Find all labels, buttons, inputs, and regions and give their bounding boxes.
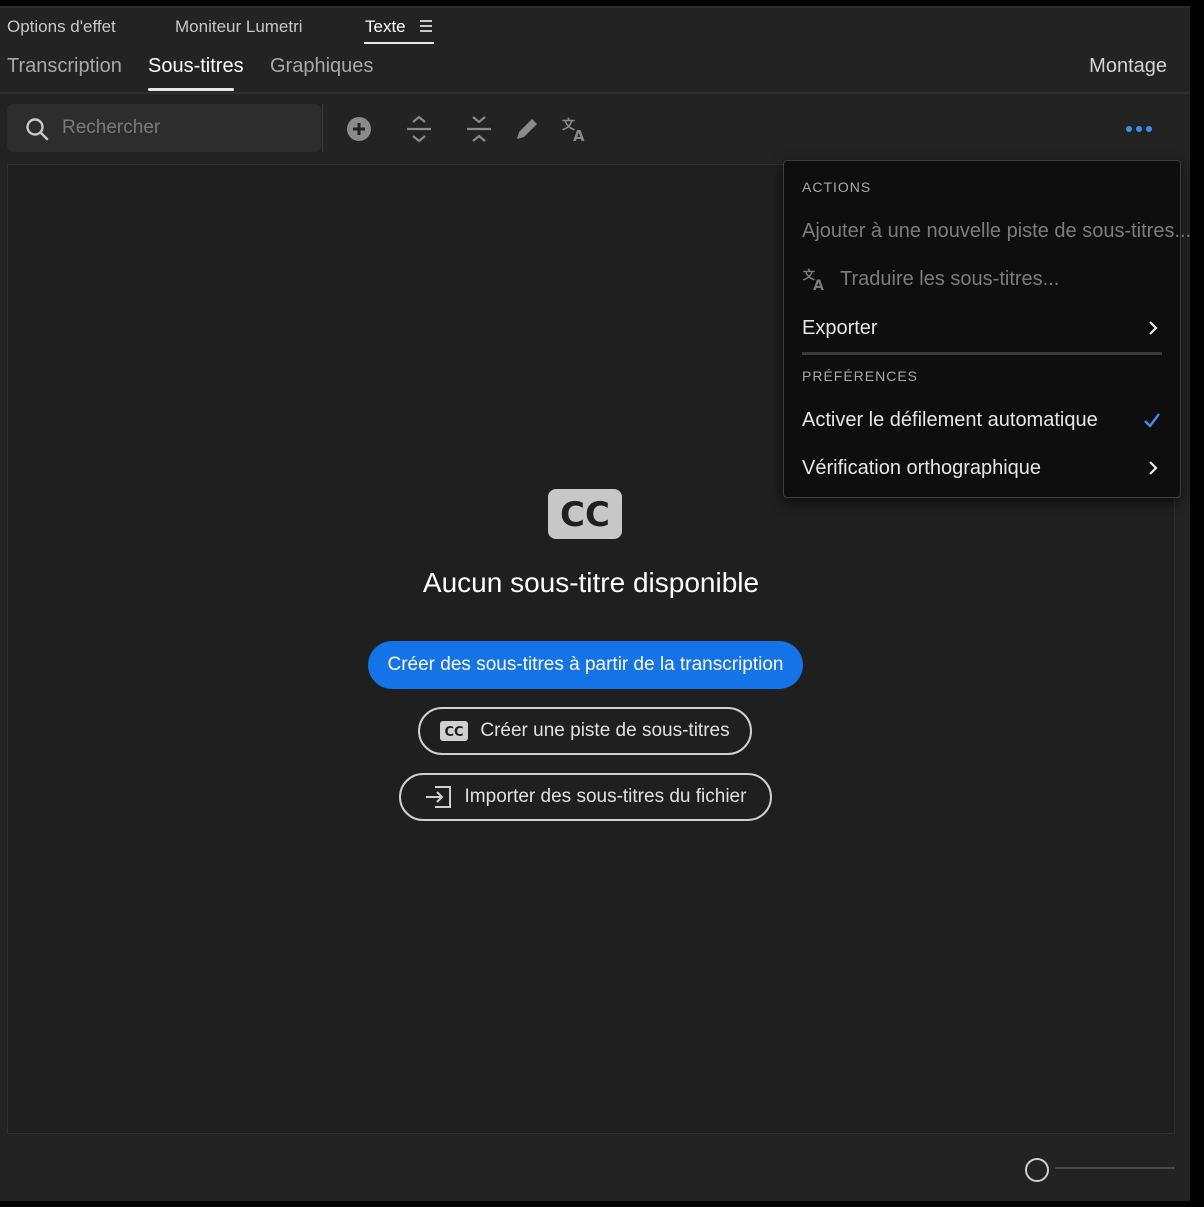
active-panel-tab-indicator	[364, 42, 434, 44]
menu-item-spell-check[interactable]: Vérification orthographique	[802, 450, 1162, 486]
tab-text[interactable]: Texte	[365, 17, 406, 37]
options-dropdown-menu: ACTIONS Ajouter à une nouvelle piste de …	[783, 160, 1191, 498]
panel-tab-bar: Options d'effet Moniteur Lumetri Texte	[0, 8, 1190, 48]
closed-captions-icon: CC	[548, 489, 622, 539]
add-caption-button[interactable]	[344, 114, 374, 144]
menu-item-export-label: Exporter	[802, 316, 878, 339]
add-caption-icon	[347, 117, 371, 141]
split-caption-button[interactable]	[404, 114, 434, 144]
closed-captions-icon: CC	[440, 721, 469, 741]
checkmark-icon	[1144, 413, 1160, 428]
menu-item-add-to-new-track-label: Ajouter à une nouvelle piste de sous-tit…	[802, 219, 1192, 242]
merge-caption-icon	[467, 116, 491, 142]
translate-button[interactable]: 文 A	[560, 114, 590, 144]
tab-lumetri-monitor[interactable]: Moniteur Lumetri	[175, 17, 303, 37]
panel-menu-icon[interactable]	[420, 20, 432, 32]
tab-effect-options[interactable]: Options d'effet	[7, 17, 116, 37]
menu-section-preferences: PRÉFÉRENCES	[802, 368, 919, 384]
zoom-slider-handle[interactable]	[1025, 1158, 1049, 1182]
menu-item-add-to-new-track[interactable]: Ajouter à une nouvelle piste de sous-tit…	[802, 213, 1191, 249]
menu-item-spell-check-label: Vérification orthographique	[802, 456, 1042, 479]
create-caption-track-button[interactable]: CC Créer une piste de sous-titres	[418, 707, 752, 755]
search-input[interactable]	[62, 112, 312, 144]
search-icon	[26, 118, 49, 141]
svg-text:A: A	[573, 127, 585, 143]
search-box	[7, 104, 321, 152]
svg-text:CC: CC	[560, 495, 610, 535]
empty-state-title: Aucun sous-titre disponible	[422, 567, 760, 598]
menu-item-auto-scroll[interactable]: Activer le défilement automatique	[802, 402, 1162, 438]
tab-captions[interactable]: Sous-titres	[148, 55, 244, 78]
import-captions-label: Importer des sous-titres du fichier	[464, 786, 747, 807]
merge-caption-button[interactable]	[464, 114, 494, 144]
import-icon	[425, 786, 451, 808]
menu-item-translate-label: Traduire les sous-titres...	[840, 267, 1060, 290]
more-options-button[interactable]	[1122, 114, 1156, 144]
tab-transcription[interactable]: Transcription	[7, 55, 122, 78]
chevron-right-icon	[1149, 321, 1158, 335]
tab-graphics[interactable]: Graphiques	[270, 55, 373, 78]
import-captions-button[interactable]: Importer des sous-titres du fichier	[399, 773, 772, 821]
edit-button[interactable]	[512, 114, 542, 144]
menu-item-export[interactable]: Exporter	[802, 310, 1162, 346]
more-icon	[1126, 126, 1152, 132]
translate-icon: 文 A	[562, 117, 585, 143]
menu-divider	[802, 352, 1162, 355]
menu-section-actions: ACTIONS	[802, 179, 872, 195]
active-sub-tab-indicator	[148, 88, 234, 91]
zoom-slider-track[interactable]	[1055, 1167, 1175, 1169]
create-caption-track-label: Créer une piste de sous-titres	[480, 720, 730, 741]
svg-text:CC: CC	[445, 725, 464, 740]
workspace-label[interactable]: Montage	[1089, 55, 1167, 78]
chevron-right-icon	[1149, 461, 1158, 475]
sub-tab-bar: Transcription Sous-titres Graphiques Mon…	[0, 48, 1190, 94]
menu-item-auto-scroll-label: Activer le défilement automatique	[802, 408, 1098, 431]
menu-item-translate[interactable]: 文 A Traduire les sous-titres...	[802, 261, 1162, 297]
create-captions-from-transcript-button[interactable]: Créer des sous-titres à partir de la tra…	[368, 641, 803, 689]
split-caption-icon	[407, 115, 431, 143]
edit-icon	[517, 119, 537, 139]
translate-icon: 文 A	[803, 267, 824, 292]
svg-text:A: A	[813, 278, 824, 292]
toolbar-divider	[322, 104, 323, 152]
